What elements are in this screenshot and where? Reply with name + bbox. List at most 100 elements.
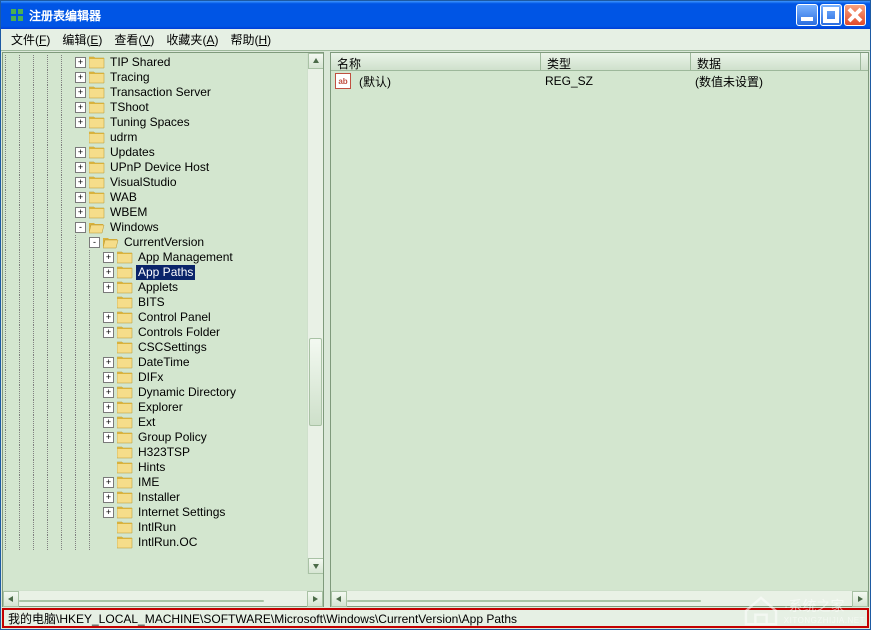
tree-node[interactable]: +Installer [5,490,323,505]
list-hscroll[interactable] [331,590,868,606]
menu-file[interactable]: 文件(F) [5,29,56,50]
expand-icon[interactable]: + [75,192,86,203]
menu-edit[interactable]: 编辑(E) [56,29,108,50]
tree-node[interactable]: +App Management [5,250,323,265]
tree-node[interactable]: udrm [5,130,323,145]
expand-icon[interactable]: + [103,327,114,338]
expand-icon[interactable]: + [75,162,86,173]
col-type[interactable]: 类型 [541,53,691,70]
expand-icon[interactable]: + [103,477,114,488]
scroll-right-icon[interactable] [307,591,323,607]
tree-node[interactable]: +Dynamic Directory [5,385,323,400]
close-button[interactable] [844,4,866,26]
expand-icon[interactable]: + [103,312,114,323]
tree-node-label: IntlRun [136,520,178,535]
tree-node[interactable]: +Applets [5,280,323,295]
splitter[interactable] [325,51,329,608]
scroll-right-icon[interactable] [852,591,868,607]
cell-name: (默认) [355,73,541,90]
expand-icon[interactable]: + [103,492,114,503]
list-row[interactable]: ab(默认)REG_SZ(数值未设置) [331,73,868,89]
menu-favorites[interactable]: 收藏夹(A) [160,29,224,50]
hscroll-thumb[interactable] [19,600,264,602]
tree-node-label: DIFx [136,370,165,385]
tree-node[interactable]: +Tracing [5,70,323,85]
expand-icon[interactable]: + [75,87,86,98]
folder-closed-icon [117,266,133,279]
tree-node-label: DateTime [136,355,192,370]
tree-node[interactable]: +Transaction Server [5,85,323,100]
tree-node[interactable]: +Explorer [5,400,323,415]
tree-vscroll[interactable] [307,53,323,574]
tree-node[interactable]: -Windows [5,220,323,235]
col-name[interactable]: 名称 [331,53,541,70]
tree-node[interactable]: +TShoot [5,100,323,115]
expand-icon[interactable]: + [75,117,86,128]
list-body[interactable]: ab(默认)REG_SZ(数值未设置) [331,71,868,590]
folder-closed-icon [117,431,133,444]
expand-icon[interactable]: + [75,57,86,68]
expand-icon[interactable]: + [103,372,114,383]
expand-icon[interactable]: + [75,177,86,188]
tree-node[interactable]: + DateTime [5,355,323,370]
maximize-button[interactable] [820,4,842,26]
tree-node[interactable]: H323TSP [5,445,323,460]
vscroll-thumb[interactable] [309,338,322,426]
expand-icon[interactable]: + [103,357,114,368]
collapse-icon[interactable]: - [89,237,100,248]
expand-icon[interactable]: + [75,102,86,113]
expand-icon[interactable]: + [75,72,86,83]
menu-help[interactable]: 帮助(H) [224,29,277,50]
tree-node[interactable]: IntlRun.OC [5,535,323,550]
tree-hscroll[interactable] [3,590,323,606]
tree-node[interactable]: +Ext [5,415,323,430]
expand-icon[interactable]: + [75,147,86,158]
titlebar[interactable]: 注册表编辑器 [1,1,870,29]
tree-node[interactable]: +VisualStudio [5,175,323,190]
cell-type: REG_SZ [541,74,691,88]
menu-view[interactable]: 查看(V) [108,29,160,50]
tree-node[interactable]: +Group Policy [5,430,323,445]
tree-node[interactable]: +Updates [5,145,323,160]
tree-node[interactable]: IntlRun [5,520,323,535]
minimize-button[interactable] [796,4,818,26]
tree-node[interactable]: + DIFx [5,370,323,385]
vscroll-track[interactable] [308,69,323,558]
tree-node[interactable]: CSCSettings [5,340,323,355]
scroll-up-icon[interactable] [308,53,323,69]
window-buttons [796,4,866,26]
list-hscroll-thumb[interactable] [347,600,701,602]
tree-node[interactable]: +UPnP Device Host [5,160,323,175]
expand-icon[interactable]: + [103,387,114,398]
tree-node[interactable]: +Tuning Spaces [5,115,323,130]
tree-node[interactable]: +Controls Folder [5,325,323,340]
tree-node[interactable]: -CurrentVersion [5,235,323,250]
tree-node[interactable]: +Control Panel [5,310,323,325]
tree-node[interactable]: Hints [5,460,323,475]
tree-node[interactable]: +TIP Shared [5,55,323,70]
scroll-left-icon[interactable] [3,591,19,607]
expand-icon[interactable]: + [103,252,114,263]
tree-node[interactable]: +WBEM [5,205,323,220]
collapse-icon[interactable]: - [75,222,86,233]
col-data[interactable]: 数据 [691,53,861,70]
expand-icon[interactable]: + [103,282,114,293]
expand-icon[interactable]: + [103,267,114,278]
folder-closed-icon [89,206,105,219]
expand-icon[interactable]: + [75,207,86,218]
tree-node[interactable]: +WAB [5,190,323,205]
tree-node[interactable]: +IME [5,475,323,490]
tree-node[interactable]: +App Paths [5,265,323,280]
folder-closed-icon [117,461,133,474]
tree-node[interactable]: +Internet Settings [5,505,323,520]
scroll-left-icon[interactable] [331,591,347,607]
expand-icon[interactable]: + [103,402,114,413]
tree-scroll[interactable]: +TIP Shared+Tracing+Transaction Server+T… [3,53,323,590]
tree-node[interactable]: BITS [5,295,323,310]
expand-icon[interactable]: + [103,507,114,518]
registry-editor-window: 注册表编辑器 文件(F) 编辑(E) 查看(V) 收藏夹(A) 帮助(H) +T… [0,0,871,630]
scroll-down-icon[interactable] [308,558,323,574]
expand-icon[interactable]: + [103,432,114,443]
expand-icon[interactable]: + [103,417,114,428]
cell-data: (数值未设置) [691,73,767,90]
